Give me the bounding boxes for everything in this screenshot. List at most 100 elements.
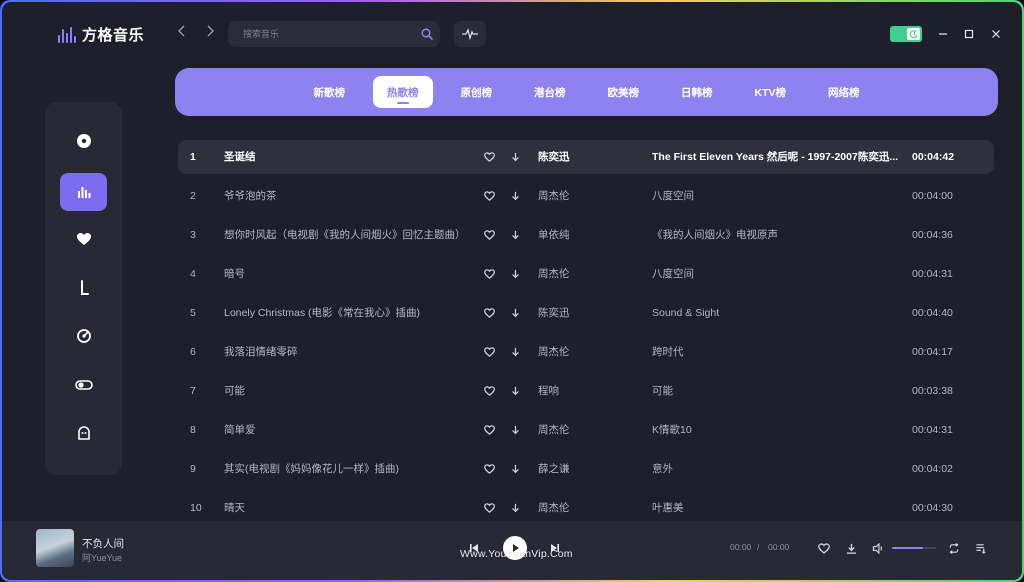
song-row[interactable]: 3 想你时风起（电视剧《我的人间烟火》回忆主题曲） 单依纯 《我的人间烟火》电视原声 0… [178,218,994,257]
song-duration: 00:04:00 [912,190,953,202]
song-number: 2 [190,190,196,202]
sidebar-item-charts[interactable] [60,173,107,211]
sidebar-item-downloads[interactable] [60,269,107,307]
download-arrow-icon[interactable] [511,296,525,330]
tab-hot[interactable]: 热歌榜 [373,76,433,108]
back-icon[interactable] [174,24,190,42]
like-icon[interactable] [816,540,832,556]
playlist-icon[interactable] [973,540,989,556]
heart-icon[interactable] [484,491,498,525]
tab-web[interactable]: 网络榜 [814,76,874,108]
minimize-icon[interactable] [935,26,951,42]
song-artist[interactable]: 周杰伦 [538,335,638,369]
audio-wave-button[interactable] [454,21,486,47]
ghost-icon [77,426,90,440]
heart-icon[interactable] [484,257,498,291]
heart-icon[interactable] [484,140,498,174]
song-row[interactable]: 2 爷爷泡的茶 周杰伦 八度空间 00:04:00 [178,179,994,218]
tab-western[interactable]: 欧美榜 [594,76,654,108]
song-title[interactable]: 我落泪情绪零碎 [224,335,479,369]
watermark-text: Www.YouYuanVip.Com [460,548,573,560]
song-artist[interactable]: 陈奕迅 [538,140,638,174]
download-arrow-icon[interactable] [511,413,525,447]
tab-jp-kr[interactable]: 日韩榜 [667,76,727,108]
song-album[interactable]: 跨时代 [652,335,900,369]
song-album[interactable]: 八度空间 [652,257,900,291]
volume-icon[interactable] [870,540,886,556]
song-title[interactable]: 暗号 [224,257,479,291]
song-album[interactable]: 《我的人间烟火》电视原声 [652,218,900,252]
tab-new[interactable]: 新歌榜 [300,76,360,108]
song-artist[interactable]: 周杰伦 [538,257,638,291]
song-title[interactable]: Lonely Christmas (电影《常在我心》插曲) [224,296,479,330]
song-row[interactable]: 7 可能 程响 可能 00:03:38 [178,374,994,413]
heart-icon[interactable] [484,179,498,213]
heart-icon[interactable] [484,335,498,369]
song-artist[interactable]: 单依纯 [538,218,638,252]
heart-icon[interactable] [484,374,498,408]
sidebar-item-favorites[interactable] [60,220,107,258]
heart-icon[interactable] [484,218,498,252]
song-artist[interactable]: 周杰伦 [538,491,638,525]
download-arrow-icon[interactable] [511,491,525,525]
download-arrow-icon[interactable] [511,335,525,369]
song-row[interactable]: 6 我落泪情绪零碎 周杰伦 跨时代 00:04:17 [178,335,994,374]
song-row[interactable]: 8 简单爱 周杰伦 K情歌10 00:04:31 [178,413,994,452]
loop-icon[interactable] [946,540,962,556]
search-input[interactable] [228,29,414,39]
song-artist[interactable]: 陈奕迅 [538,296,638,330]
song-album[interactable]: 八度空间 [652,179,900,213]
sidebar-item-radar[interactable] [60,317,107,355]
song-row[interactable]: 4 暗号 周杰伦 八度空间 00:04:31 [178,257,994,296]
song-album[interactable]: Sound & Sight [652,296,900,330]
sidebar-item-disc[interactable] [60,122,107,160]
song-title[interactable]: 爷爷泡的茶 [224,179,479,213]
song-artist[interactable]: 程响 [538,374,638,408]
download-arrow-icon[interactable] [511,218,525,252]
download-arrow-icon[interactable] [511,374,525,408]
heart-icon[interactable] [484,452,498,486]
song-title[interactable]: 晴天 [224,491,479,525]
theme-toggle[interactable] [890,26,922,42]
download-arrow-icon[interactable] [511,257,525,291]
song-duration: 00:04:30 [912,502,953,514]
song-duration: 00:03:38 [912,385,953,397]
download-arrow-icon[interactable] [511,140,525,174]
song-duration: 00:04:40 [912,307,953,319]
song-album[interactable]: 可能 [652,374,900,408]
download-arrow-icon[interactable] [511,452,525,486]
maximize-icon[interactable] [961,26,977,42]
forward-icon[interactable] [202,24,218,42]
tab-ktv[interactable]: KTV榜 [741,76,801,108]
now-playing-title: 不负人间 [82,538,124,550]
album-cover[interactable] [36,529,74,567]
song-album[interactable]: 叶惠美 [652,491,900,525]
song-artist[interactable]: 薛之谦 [538,452,638,486]
song-artist[interactable]: 周杰伦 [538,179,638,213]
download-arrow-icon[interactable] [511,179,525,213]
sidebar-item-about[interactable] [60,414,107,452]
song-number: 5 [190,307,196,319]
tab-hk-tw[interactable]: 港台榜 [520,76,580,108]
close-icon[interactable] [988,26,1004,42]
song-title[interactable]: 可能 [224,374,479,408]
song-title[interactable]: 圣诞结 [224,140,479,174]
heart-icon[interactable] [484,296,498,330]
song-artist[interactable]: 周杰伦 [538,413,638,447]
song-title[interactable]: 简单爱 [224,413,479,447]
heart-icon[interactable] [484,413,498,447]
volume-slider[interactable] [892,547,936,549]
song-album[interactable]: The First Eleven Years 然后呢 - 1997-2007陈奕… [652,140,900,174]
download-icon[interactable] [843,540,859,556]
tab-original[interactable]: 原创榜 [447,76,507,108]
logo-bars-icon [58,26,76,43]
search-icon[interactable] [414,21,440,47]
song-row[interactable]: 5 Lonely Christmas (电影《常在我心》插曲) 陈奕迅 Sound &… [178,296,994,335]
song-album[interactable]: 意外 [652,452,900,486]
song-title[interactable]: 想你时风起（电视剧《我的人间烟火》回忆主题曲） [224,218,479,252]
song-row[interactable]: 9 其实(电视剧《妈妈像花儿一样》插曲) 薛之谦 意外 00:04:02 [178,452,994,491]
song-album[interactable]: K情歌10 [652,413,900,447]
song-title[interactable]: 其实(电视剧《妈妈像花儿一样》插曲) [224,452,479,486]
sidebar-item-settings[interactable] [60,366,107,404]
song-row[interactable]: 1 圣诞结 陈奕迅 The First Eleven Years 然后呢 - 1997… [178,140,994,174]
